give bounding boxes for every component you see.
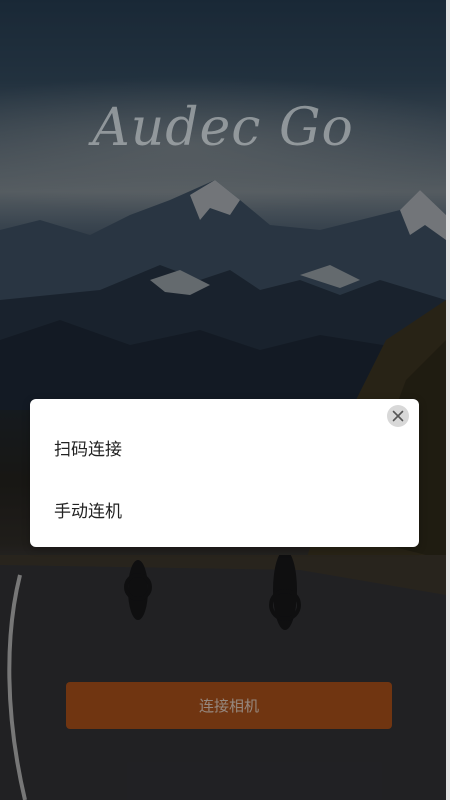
close-button[interactable] bbox=[387, 405, 409, 427]
app-screen: Audec Go 连接相机 扫码连接 手动连机 bbox=[0, 0, 446, 800]
edge-gutter bbox=[446, 0, 450, 800]
connect-camera-button[interactable]: 连接相机 bbox=[66, 682, 392, 729]
app-logo: Audec Go bbox=[92, 98, 354, 158]
manual-connect-option[interactable]: 手动连机 bbox=[54, 497, 122, 522]
connect-options-dialog: 扫码连接 手动连机 bbox=[30, 399, 419, 547]
scan-qr-connect-option[interactable]: 扫码连接 bbox=[54, 435, 122, 460]
close-icon bbox=[392, 410, 404, 422]
